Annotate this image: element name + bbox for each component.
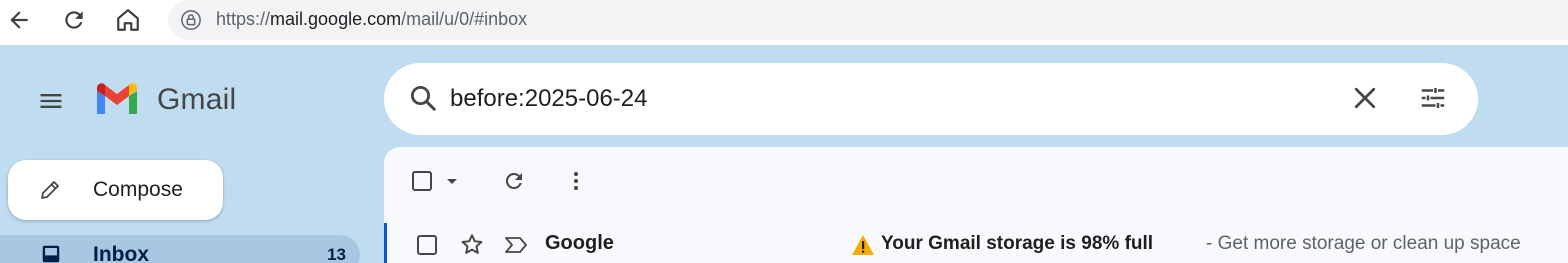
browser-toolbar: https://mail.google.com/mail/u/0/#inbox xyxy=(0,0,1568,42)
back-button[interactable] xyxy=(4,5,34,35)
home-button[interactable] xyxy=(113,5,143,35)
url-text: https://mail.google.com/mail/u/0/#inbox xyxy=(216,9,527,30)
url-path: /mail/u/0/#inbox xyxy=(401,9,528,29)
pencil-icon xyxy=(38,178,62,207)
more-options-button[interactable] xyxy=(564,169,588,193)
clear-search-icon[interactable] xyxy=(1350,83,1380,118)
site-info-icon[interactable] xyxy=(180,9,202,36)
gmail-logo-icon[interactable] xyxy=(94,81,140,122)
email-subject: Your Gmail storage is 98% full xyxy=(881,233,1154,254)
compose-button[interactable]: Compose xyxy=(8,160,223,220)
inbox-icon xyxy=(40,243,62,263)
email-sender: Google xyxy=(545,232,614,254)
email-snippet: - Get more storage or clean up space xyxy=(1206,233,1521,254)
search-options-icon[interactable] xyxy=(1418,83,1448,118)
warning-icon xyxy=(850,233,876,262)
email-row[interactable]: Google Your Gmail storage is 98% full - … xyxy=(384,223,1568,263)
gmail-app: Gmail Compose Inbox 13 xyxy=(0,45,1568,263)
search-icon[interactable] xyxy=(408,83,438,118)
back-arrow-icon xyxy=(10,11,28,29)
url-host: mail.google.com xyxy=(270,9,402,29)
select-dropdown-button[interactable] xyxy=(444,175,460,187)
important-marker-icon[interactable] xyxy=(503,233,529,262)
email-list-panel: Google Your Gmail storage is 98% full - … xyxy=(384,147,1568,263)
address-bar[interactable]: https://mail.google.com/mail/u/0/#inbox xyxy=(168,0,1568,40)
select-all-checkbox[interactable] xyxy=(410,169,434,193)
row-checkbox[interactable] xyxy=(415,233,439,262)
url-prefix: https:// xyxy=(216,9,271,29)
compose-label: Compose xyxy=(93,178,183,201)
sidebar-item-inbox[interactable]: Inbox 13 xyxy=(0,235,360,263)
sidebar-item-label: Inbox xyxy=(93,243,149,263)
hamburger-menu-icon xyxy=(40,94,62,108)
search-bar xyxy=(384,63,1478,135)
app-name: Gmail xyxy=(157,83,237,116)
caret-down-icon xyxy=(447,179,457,184)
unread-count: 13 xyxy=(327,245,346,263)
main-menu-button[interactable] xyxy=(32,82,70,120)
home-icon xyxy=(117,9,139,31)
star-icon[interactable] xyxy=(459,232,485,263)
more-vert-icon xyxy=(574,172,578,190)
reload-icon xyxy=(65,11,83,29)
reload-button[interactable] xyxy=(59,5,89,35)
search-input[interactable] xyxy=(450,81,1310,117)
refresh-icon xyxy=(505,172,522,189)
checkbox-icon xyxy=(412,171,432,191)
refresh-button[interactable] xyxy=(502,169,526,193)
